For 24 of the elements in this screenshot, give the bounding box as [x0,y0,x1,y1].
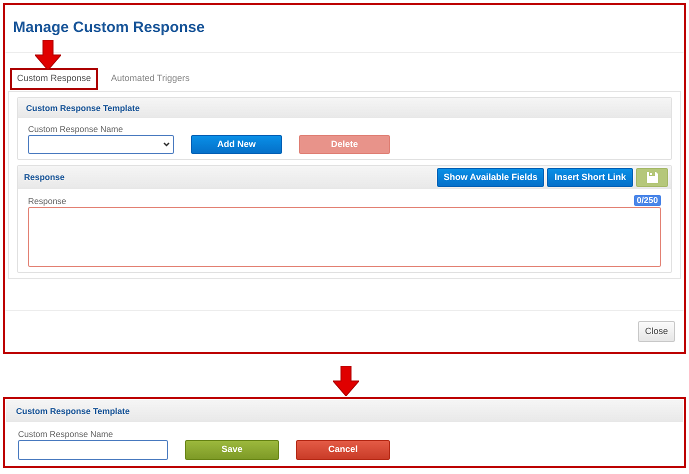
action-button[interactable]: Show Available Fields [436,168,544,187]
name-input[interactable] [18,440,168,460]
card-title: Response [24,171,65,184]
save-button[interactable] [636,168,668,187]
card-title: Custom Response Template [26,102,140,114]
action-button[interactable]: Add New [191,135,282,154]
field-label: Response [28,196,66,206]
dialog-title: Manage Custom Response [13,18,205,38]
tab[interactable]: Custom Response [10,68,98,90]
delete-button[interactable]: Delete [299,135,390,154]
arrow-down-icon [333,366,359,396]
arrow-down-icon [35,40,61,70]
card-title: Custom Response Template [16,404,130,418]
close-button[interactable]: Close [638,321,675,342]
response-textarea[interactable] [28,207,661,267]
field-label: Custom Response Name [28,124,123,134]
chevron-down-icon [163,142,170,147]
field-label: Custom Response Name [18,429,113,439]
action-button[interactable]: Save [185,440,279,460]
action-button[interactable]: Insert Short Link [547,168,633,187]
tab[interactable]: Automated Triggers [104,68,197,90]
character-counter: 0/250 [634,195,661,206]
name-dropdown[interactable] [28,135,174,154]
delete-button[interactable]: Cancel [296,440,390,460]
